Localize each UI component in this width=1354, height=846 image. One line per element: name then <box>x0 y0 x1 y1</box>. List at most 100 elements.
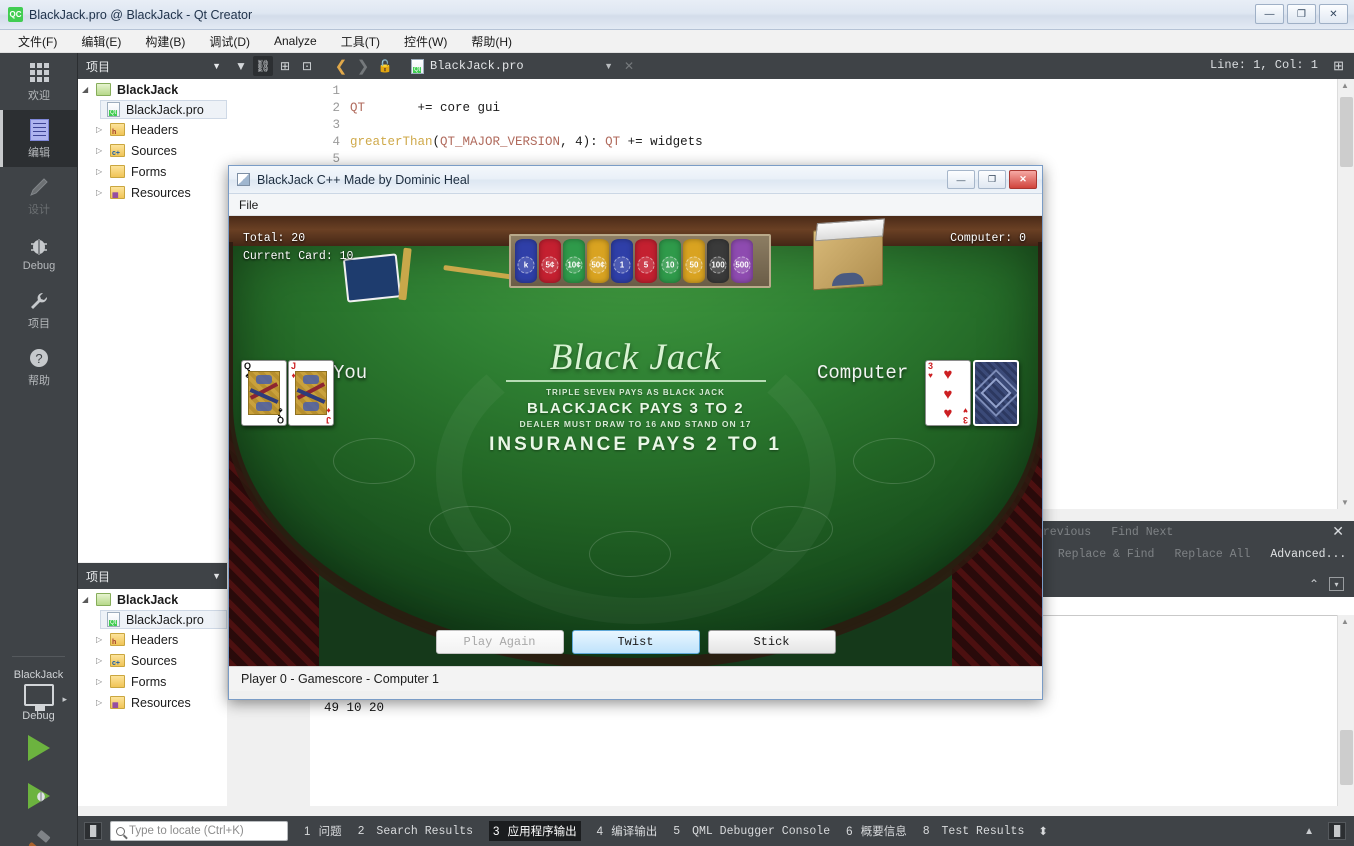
output-tab-search-results[interactable]: 2 Search Results <box>358 825 473 838</box>
tab-label: 编译输出 <box>611 826 658 838</box>
tree-node-blackjack[interactable]: ◢ BlackJack <box>78 589 227 610</box>
sidebar-toggle-icon[interactable] <box>84 822 102 840</box>
collapse-arrow-icon[interactable]: ▷ <box>96 698 110 707</box>
find-previous-button[interactable]: Previous <box>1036 526 1091 539</box>
game-menu-file[interactable]: File <box>239 198 258 212</box>
menu-build[interactable]: 构建(B) <box>145 33 185 50</box>
run-button[interactable] <box>0 724 78 772</box>
tab-label: QML Debugger Console <box>692 824 831 838</box>
tree-node-headers[interactable]: ▷ Headers <box>78 119 227 140</box>
replace-and-find-button[interactable]: Replace & Find <box>1058 548 1155 561</box>
chevron-up-icon[interactable]: ▲ <box>1304 826 1314 837</box>
output-tab-qml-debugger-console[interactable]: 5 QML Debugger Console <box>673 825 830 838</box>
tree-node-resources[interactable]: ▷ Resources <box>78 692 227 713</box>
tree-node-resources[interactable]: ▷ Resources <box>78 182 227 203</box>
scrollbar-thumb[interactable] <box>1340 730 1353 785</box>
up-down-arrows-icon[interactable]: ⬍ <box>1038 824 1048 839</box>
link-icon[interactable]: ⛓ <box>253 56 273 76</box>
expand-arrow-icon[interactable]: ◢ <box>82 85 96 94</box>
game-maximize-button[interactable]: ❐ <box>978 170 1006 189</box>
sidebar-item-projects[interactable]: 项目 <box>0 281 78 338</box>
collapse-arrow-icon[interactable]: ▷ <box>96 656 110 665</box>
chevron-down-icon[interactable]: ▼ <box>212 571 221 581</box>
output-scrollbar[interactable]: ▲ ▼ <box>1337 615 1354 815</box>
chevron-down-icon[interactable]: ▼ <box>604 61 613 71</box>
tree-node-headers[interactable]: ▷ Headers <box>78 629 227 650</box>
menu-help[interactable]: 帮助(H) <box>471 33 512 50</box>
qt-project-folder-icon <box>96 83 111 96</box>
scroll-up-icon[interactable]: ▲ <box>1341 617 1349 626</box>
game-window-controls: — ❐ ✕ <box>947 170 1037 189</box>
project-tree[interactable]: ◢ BlackJack BlackJack.pro ▷ Headers ▷ So… <box>78 79 227 562</box>
maximize-button[interactable]: ❐ <box>1287 4 1316 24</box>
tree-node-blackjack-pro[interactable]: BlackJack.pro <box>100 100 227 119</box>
find-next-button[interactable]: Find Next <box>1111 526 1173 539</box>
close-split-icon[interactable]: ⊡ <box>297 56 317 76</box>
collapse-arrow-icon[interactable]: ▷ <box>96 188 110 197</box>
unlocked-icon[interactable]: 🔓 <box>375 56 395 76</box>
sidebar-item-edit[interactable]: 编辑 <box>0 110 78 167</box>
split-horizontal-icon[interactable]: ⊞ <box>275 56 295 76</box>
expand-arrow-icon[interactable]: ◢ <box>82 595 96 604</box>
chip-value: 5¢ <box>541 256 559 274</box>
sidebar-item-welcome[interactable]: 欢迎 <box>0 53 78 110</box>
open-document-selector[interactable]: BlackJack.pro ▼ <box>407 55 617 77</box>
tree-node-sources[interactable]: ▷ Sources <box>78 140 227 161</box>
editor-scrollbar[interactable]: ▲ ▼ <box>1337 79 1354 509</box>
menu-analyze[interactable]: Analyze <box>274 34 317 48</box>
chip-stack: 10¢ <box>563 239 585 283</box>
chevron-up-icon[interactable]: ⌃ <box>1309 577 1319 591</box>
output-tab-issues[interactable]: 1 问题 <box>304 823 342 839</box>
add-split-icon[interactable]: ⊞ <box>1333 58 1344 74</box>
collapse-arrow-icon[interactable]: ▷ <box>96 167 110 176</box>
menu-edit[interactable]: 编辑(E) <box>81 33 121 50</box>
close-icon[interactable]: ✕ <box>619 56 639 76</box>
tree-node-forms[interactable]: ▷ Forms <box>78 161 227 182</box>
collapse-arrow-icon[interactable]: ▷ <box>96 125 110 134</box>
chip-value: 500 <box>733 256 751 274</box>
chip-value: 1 <box>613 256 631 274</box>
close-button[interactable]: ✕ <box>1319 4 1348 24</box>
debug-button[interactable] <box>0 772 78 820</box>
options-icon[interactable]: ▾ <box>1329 577 1344 591</box>
filter-icon[interactable]: ▼ <box>231 56 251 76</box>
tree-node-forms[interactable]: ▷ Forms <box>78 671 227 692</box>
collapse-arrow-icon[interactable]: ▷ <box>96 635 110 644</box>
collapse-arrow-icon[interactable]: ▷ <box>96 146 110 155</box>
menu-file[interactable]: 文件(F) <box>18 33 57 50</box>
sidebar-item-help[interactable]: ? 帮助 <box>0 338 78 395</box>
output-tab-compile-output[interactable]: 4 编译输出 <box>597 823 658 839</box>
output-tab-general-messages[interactable]: 6 概要信息 <box>846 823 907 839</box>
tree-node-sources[interactable]: ▷ Sources <box>78 650 227 671</box>
game-close-button[interactable]: ✕ <box>1009 170 1037 189</box>
minimize-button[interactable]: — <box>1255 4 1284 24</box>
twist-button[interactable]: Twist <box>571 630 700 654</box>
nav-back-icon[interactable]: ❮ <box>331 56 351 76</box>
menu-window[interactable]: 控件(W) <box>404 33 447 50</box>
chevron-down-icon[interactable]: ▼ <box>212 61 221 71</box>
game-minimize-button[interactable]: — <box>947 170 975 189</box>
replace-all-button[interactable]: Replace All <box>1174 548 1250 561</box>
collapse-arrow-icon[interactable]: ▷ <box>96 677 110 686</box>
close-icon[interactable]: ✕ <box>1332 524 1344 541</box>
sidebar-item-design[interactable]: 设计 <box>0 167 78 224</box>
menu-tools[interactable]: 工具(T) <box>341 33 380 50</box>
output-tab-test-results[interactable]: 8 Test Results <box>923 825 1025 838</box>
nav-forward-icon[interactable]: ❯ <box>353 56 373 76</box>
scroll-down-icon[interactable]: ▼ <box>1341 498 1349 507</box>
tree-node-blackjack-pro[interactable]: BlackJack.pro <box>100 610 227 629</box>
build-button[interactable] <box>0 820 78 846</box>
sidebar-item-debug[interactable]: Debug <box>0 224 78 281</box>
menu-debug[interactable]: 调试(D) <box>209 33 250 50</box>
tree-node-blackjack[interactable]: ◢ BlackJack <box>78 79 227 100</box>
scrollbar-thumb[interactable] <box>1340 97 1353 167</box>
play-again-button[interactable]: Play Again <box>435 630 564 654</box>
stick-button[interactable]: Stick <box>707 630 836 654</box>
kit-selector[interactable]: BlackJack ▸ Debug <box>0 663 77 724</box>
panel-toggle-icon[interactable] <box>1328 822 1346 840</box>
scroll-up-icon[interactable]: ▲ <box>1341 81 1349 90</box>
advanced-button[interactable]: Advanced... <box>1270 548 1346 561</box>
locator-input[interactable]: Type to locate (Ctrl+K) <box>110 821 288 841</box>
project-tree-bottom[interactable]: ◢ BlackJack BlackJack.pro ▷ Headers ▷ So… <box>78 589 227 816</box>
output-tab-application-output[interactable]: 3 应用程序输出 <box>489 821 581 841</box>
